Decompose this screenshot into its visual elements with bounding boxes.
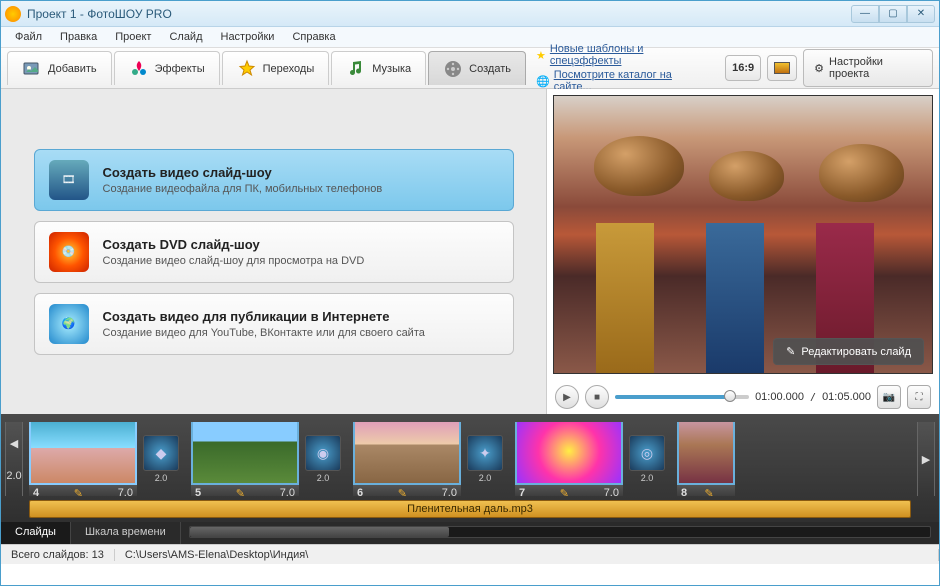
create-panel: 🎞 Создать видео слайд-шоуСоздание видеоф… xyxy=(1,89,547,414)
dvd-icon: 💿 xyxy=(49,232,89,272)
window-title: Проект 1 - ФотоШОУ PRO xyxy=(27,7,851,21)
audio-track[interactable]: Пленительная даль.mp3 xyxy=(29,500,911,518)
slide-6[interactable]: 6✎7.0 ✦2.0 xyxy=(353,422,509,496)
timeline-scrollbar[interactable] xyxy=(189,526,931,538)
pencil-icon[interactable]: ✎ xyxy=(236,487,245,497)
menu-settings[interactable]: Настройки xyxy=(213,29,283,45)
snapshot-button[interactable]: 📷 xyxy=(877,385,901,409)
tab-create[interactable]: Создать xyxy=(428,51,526,85)
tab-effects[interactable]: Эффекты xyxy=(114,51,220,85)
promo-links: ★Новые шаблоны и спецэффекты 🌐Посмотрите… xyxy=(528,41,719,95)
edit-slide-button[interactable]: ✎Редактировать слайд xyxy=(773,338,924,365)
status-path: C:\Users\AMS-Elena\Desktop\Индия\ xyxy=(115,549,939,561)
timeline: ◀2.0 4✎7.0 ◆2.0 5✎7.0 ◉2.0 6✎7.0 ✦2.0 7✎… xyxy=(1,414,939,544)
aspect-ratio-button[interactable]: 16:9 xyxy=(725,55,761,81)
fullscreen-button[interactable]: ⛶ xyxy=(907,385,931,409)
menu-help[interactable]: Справка xyxy=(284,29,343,45)
pencil-icon[interactable]: ✎ xyxy=(398,487,407,497)
toolbar: Добавить Эффекты Переходы Музыка Создать… xyxy=(1,47,939,89)
globe-upload-icon: 🌍 xyxy=(49,304,89,344)
color-swatch-icon xyxy=(774,62,790,74)
globe-icon: 🌐 xyxy=(536,75,550,88)
pencil-icon: ✎ xyxy=(786,345,795,358)
minimize-button[interactable]: — xyxy=(851,5,879,23)
project-settings-button[interactable]: ⚙Настройки проекта xyxy=(803,49,933,87)
status-slide-count: Всего слайдов: 13 xyxy=(1,549,115,561)
transition-6[interactable]: ✦2.0 xyxy=(464,435,506,483)
close-button[interactable]: ✕ xyxy=(907,5,935,23)
tl-tab-timeline[interactable]: Шкала времени xyxy=(71,522,181,544)
gear-icon: ⚙ xyxy=(814,62,824,75)
pencil-icon[interactable]: ✎ xyxy=(704,487,713,497)
option-video-slideshow[interactable]: 🎞 Создать видео слайд-шоуСоздание видеоф… xyxy=(34,149,514,211)
transition-5[interactable]: ◉2.0 xyxy=(302,435,344,483)
menu-project[interactable]: Проект xyxy=(107,29,159,45)
tab-add[interactable]: Добавить xyxy=(7,51,112,85)
star-icon: ★ xyxy=(536,49,546,62)
slide-5[interactable]: 5✎7.0 ◉2.0 xyxy=(191,422,347,496)
slide-7[interactable]: 7✎7.0 ◎2.0 xyxy=(515,422,671,496)
pencil-icon[interactable]: ✎ xyxy=(74,487,83,497)
menu-file[interactable]: Файл xyxy=(7,29,50,45)
preview-area: ✎Редактировать слайд xyxy=(553,95,933,374)
color-button[interactable] xyxy=(767,55,797,81)
menu-slide[interactable]: Слайд xyxy=(161,29,210,45)
status-bar: Всего слайдов: 13 C:\Users\AMS-Elena\Des… xyxy=(1,544,939,564)
stop-button[interactable]: ■ xyxy=(585,385,609,409)
transition-4[interactable]: ◆2.0 xyxy=(140,435,182,483)
timeline-nav-left[interactable]: ◀2.0 xyxy=(5,422,23,496)
menubar: Файл Правка Проект Слайд Настройки Справ… xyxy=(1,27,939,47)
tab-music[interactable]: Музыка xyxy=(331,51,426,85)
menu-edit[interactable]: Правка xyxy=(52,29,105,45)
slide-4[interactable]: 4✎7.0 ◆2.0 xyxy=(29,422,185,496)
playback-bar: ▶ ■ 01:00.000 / 01:05.000 📷 ⛶ xyxy=(547,380,939,414)
maximize-button[interactable]: ▢ xyxy=(879,5,907,23)
titlebar: Проект 1 - ФотоШОУ PRO — ▢ ✕ xyxy=(1,1,939,27)
app-icon xyxy=(5,6,21,22)
tl-tab-slides[interactable]: Слайды xyxy=(1,522,71,544)
slide-8[interactable]: 8✎ xyxy=(677,422,735,496)
link-templates[interactable]: Новые шаблоны и спецэффекты xyxy=(550,43,711,67)
seek-slider[interactable] xyxy=(615,395,749,399)
option-dvd-slideshow[interactable]: 💿 Создать DVD слайд-шоуСоздание видео сл… xyxy=(34,221,514,283)
option-web-slideshow[interactable]: 🌍 Создать видео для публикации в Интерне… xyxy=(34,293,514,355)
tab-transitions[interactable]: Переходы xyxy=(222,51,330,85)
video-file-icon: 🎞 xyxy=(49,160,89,200)
pencil-icon[interactable]: ✎ xyxy=(560,487,569,497)
timeline-nav-right[interactable]: ▶ xyxy=(917,422,935,496)
transition-7[interactable]: ◎2.0 xyxy=(626,435,668,483)
play-button[interactable]: ▶ xyxy=(555,385,579,409)
time-display: 01:00.000 / 01:05.000 xyxy=(755,391,871,403)
